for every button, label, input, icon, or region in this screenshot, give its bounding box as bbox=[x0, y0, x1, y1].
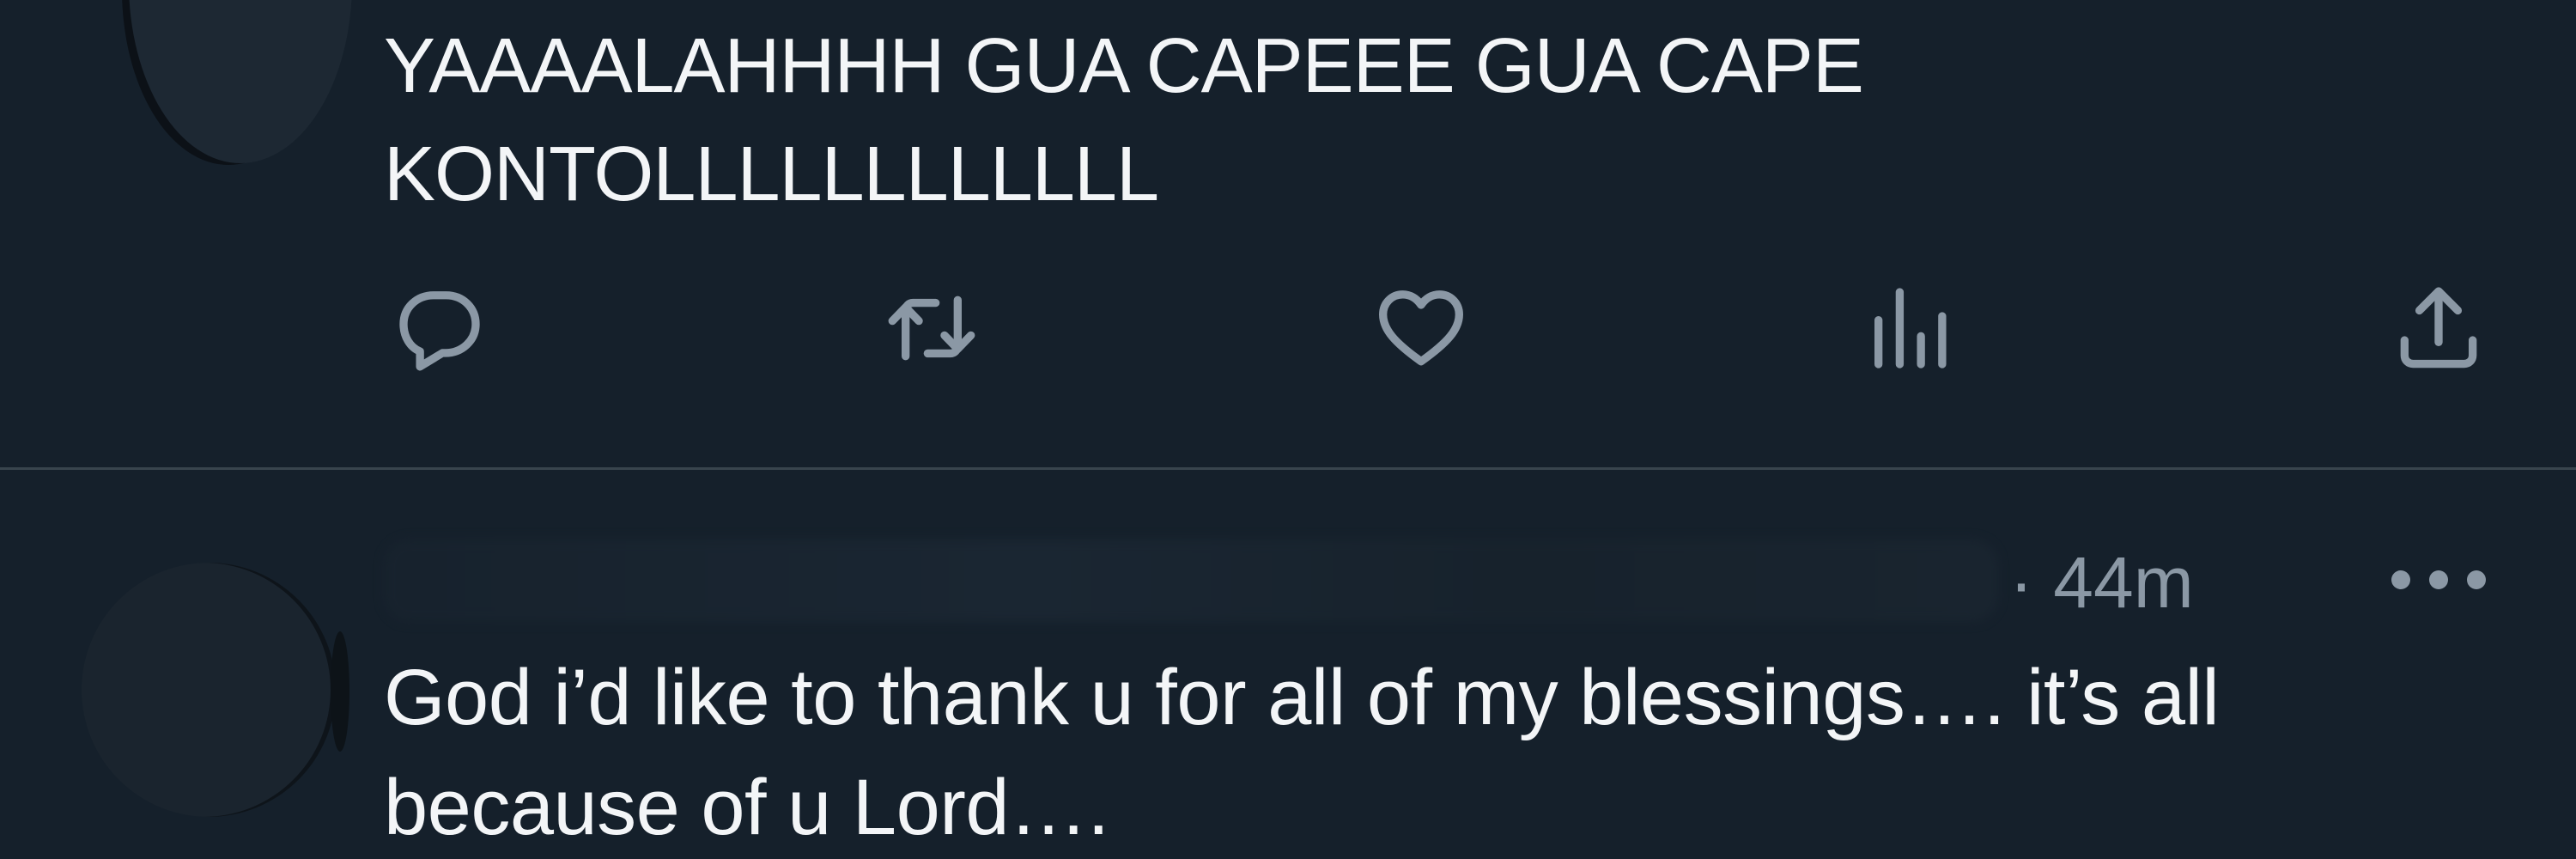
avatar[interactable] bbox=[129, 0, 352, 163]
retweet-button[interactable] bbox=[867, 277, 996, 380]
heart-icon bbox=[1379, 290, 1463, 366]
share-icon bbox=[2400, 287, 2477, 369]
tweet-timestamp[interactable]: · 44m bbox=[2009, 539, 2194, 625]
retweet-icon bbox=[888, 295, 975, 361]
reply-button[interactable] bbox=[380, 277, 500, 380]
share-button[interactable] bbox=[2379, 277, 2499, 380]
more-icon bbox=[2391, 570, 2486, 589]
like-button[interactable] bbox=[1357, 277, 1485, 380]
author-name-redacted[interactable] bbox=[384, 539, 1998, 622]
views-icon bbox=[1874, 288, 1947, 369]
reply-icon bbox=[399, 291, 480, 371]
tweet-text: God i’d like to thank u for all of my bl… bbox=[384, 654, 2220, 851]
more-options-button[interactable] bbox=[2379, 550, 2499, 610]
views-button[interactable] bbox=[1850, 277, 1971, 380]
tweet-text: YAAAALAHHHH GUA CAPEEE GUA CAPE KONTOLLL… bbox=[384, 23, 1864, 217]
tweet-divider bbox=[0, 467, 2576, 470]
avatar[interactable] bbox=[82, 563, 349, 817]
